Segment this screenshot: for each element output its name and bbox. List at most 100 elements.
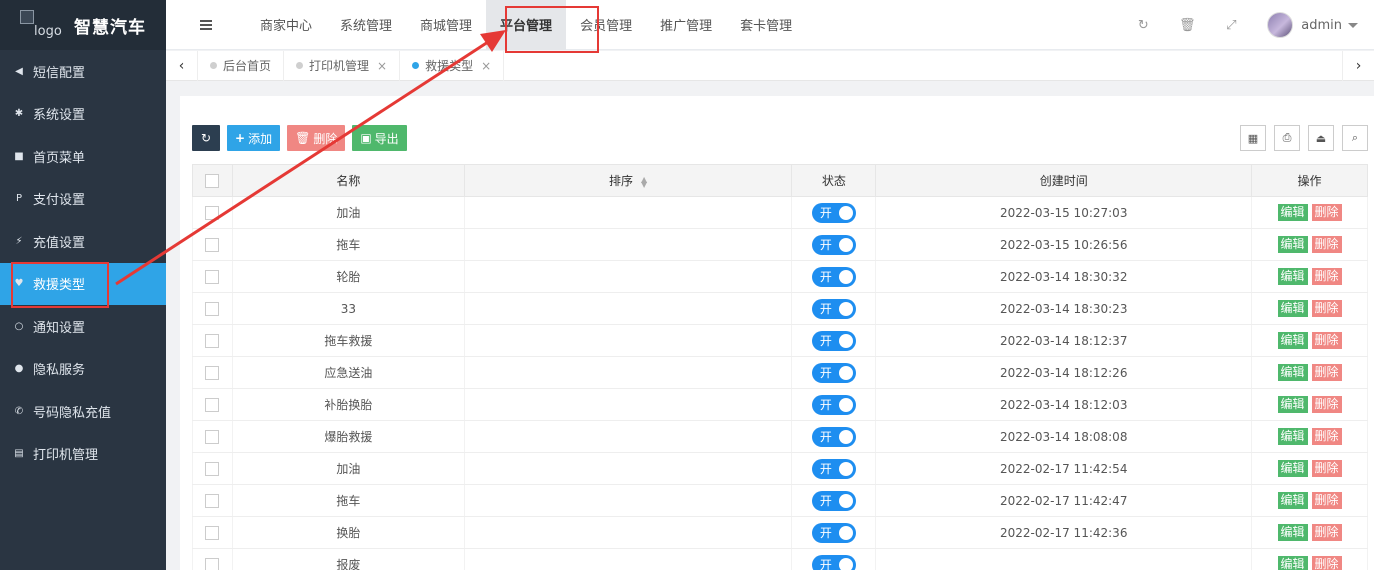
delete-row-button[interactable]: 删除 bbox=[1311, 428, 1342, 445]
row-checkbox[interactable] bbox=[205, 301, 220, 316]
refresh-icon: ↻ bbox=[200, 131, 212, 145]
switch-label: 开 bbox=[819, 558, 832, 570]
columns-icon[interactable]: ▦ bbox=[1240, 125, 1266, 151]
delete-row-button[interactable]: 删除 bbox=[1311, 396, 1342, 413]
edit-button[interactable]: 编辑 bbox=[1277, 268, 1308, 285]
edit-button[interactable]: 编辑 bbox=[1277, 524, 1308, 541]
fullscreen-icon[interactable]: ⤢ bbox=[1209, 18, 1253, 33]
nav-item[interactable]: 商城管理 bbox=[406, 0, 486, 50]
nav-item[interactable]: 商家中心 bbox=[246, 0, 326, 50]
status-toggle[interactable]: 开 bbox=[811, 490, 856, 511]
sidebar-item[interactable]: ○ 通知设置 bbox=[0, 305, 166, 348]
row-checkbox[interactable] bbox=[205, 365, 220, 380]
close-icon[interactable]: × bbox=[481, 59, 491, 73]
sidebar-item[interactable]: ✱ 系统设置 bbox=[0, 93, 166, 136]
row-checkbox[interactable] bbox=[205, 557, 220, 570]
add-button[interactable]: + 添加 bbox=[227, 125, 281, 151]
delete-row-button[interactable]: 删除 bbox=[1311, 492, 1342, 509]
tab-scroll-right-icon[interactable]: › bbox=[1342, 50, 1374, 81]
sidebar-item[interactable]: ✆ 号码隐私充值 bbox=[0, 390, 166, 433]
menu-toggle-button[interactable] bbox=[166, 0, 246, 50]
user-name[interactable]: admin bbox=[1301, 18, 1342, 33]
search-icon[interactable]: ⌕ bbox=[1342, 125, 1368, 151]
name-cell: 换胎 bbox=[231, 516, 465, 549]
refresh-button[interactable]: ↻ bbox=[192, 125, 220, 151]
status-toggle[interactable]: 开 bbox=[811, 234, 856, 255]
page-tab[interactable]: 打印机管理 × bbox=[284, 50, 401, 81]
status-toggle[interactable]: 开 bbox=[811, 426, 856, 447]
name-cell: 轮胎 bbox=[231, 260, 465, 293]
edit-button[interactable]: 编辑 bbox=[1277, 492, 1308, 509]
row-checkbox[interactable] bbox=[205, 397, 220, 412]
nav-item[interactable]: 套卡管理 bbox=[726, 0, 806, 50]
delete-row-button[interactable]: 删除 bbox=[1311, 236, 1342, 253]
page-tab[interactable]: 后台首页 bbox=[198, 50, 285, 81]
avatar[interactable] bbox=[1267, 12, 1294, 38]
delete-row-button[interactable]: 删除 bbox=[1311, 204, 1342, 221]
column-header-sort[interactable]: 排序 ▲ ▼ bbox=[463, 164, 793, 197]
sidebar-item[interactable]: P 支付设置 bbox=[0, 178, 166, 221]
edit-button[interactable]: 编辑 bbox=[1277, 396, 1308, 413]
row-checkbox[interactable] bbox=[205, 525, 220, 540]
edit-button[interactable]: 编辑 bbox=[1277, 428, 1308, 445]
page-tab[interactable]: 救援类型 × bbox=[400, 50, 505, 81]
status-toggle[interactable]: 开 bbox=[811, 394, 856, 415]
chevron-down-icon[interactable] bbox=[1348, 22, 1358, 28]
edit-button[interactable]: 编辑 bbox=[1277, 332, 1308, 349]
status-toggle[interactable]: 开 bbox=[811, 330, 856, 351]
sidebar-item[interactable]: ■ 首页菜单 bbox=[0, 135, 166, 178]
status-toggle[interactable]: 开 bbox=[811, 554, 856, 570]
actions-cell: 编辑 删除 bbox=[1251, 196, 1368, 229]
export-table-icon[interactable]: ⏏ bbox=[1308, 125, 1334, 151]
sidebar-item[interactable]: ● 隐私服务 bbox=[0, 348, 166, 391]
delete-row-button[interactable]: 删除 bbox=[1311, 524, 1342, 541]
edit-button[interactable]: 编辑 bbox=[1277, 556, 1308, 570]
row-checkbox[interactable] bbox=[205, 237, 220, 252]
broken-image-icon bbox=[20, 10, 34, 24]
sidebar-item[interactable]: ▤ 打印机管理 bbox=[0, 433, 166, 476]
status-toggle[interactable]: 开 bbox=[811, 266, 856, 287]
nav-item[interactable]: 推广管理 bbox=[646, 0, 726, 50]
row-checkbox[interactable] bbox=[205, 461, 220, 476]
nav-item[interactable]: 系统管理 bbox=[326, 0, 406, 50]
delete-row-button[interactable]: 删除 bbox=[1311, 364, 1342, 381]
delete-row-button[interactable]: 删除 bbox=[1311, 332, 1342, 349]
delete-row-button[interactable]: 删除 bbox=[1311, 556, 1342, 570]
tab-scroll-left-icon[interactable]: ‹ bbox=[166, 50, 198, 81]
delete-row-button[interactable]: 删除 bbox=[1311, 300, 1342, 317]
logo-image[interactable]: logo bbox=[20, 10, 66, 40]
created-time-cell: 2022-03-14 18:30:32 bbox=[875, 260, 1253, 293]
edit-button[interactable]: 编辑 bbox=[1277, 460, 1308, 477]
select-all-checkbox[interactable] bbox=[205, 173, 220, 188]
status-toggle[interactable]: 开 bbox=[811, 458, 856, 479]
row-select-cell bbox=[192, 388, 233, 421]
trash-icon[interactable]: 🗑 bbox=[1165, 18, 1209, 33]
print-icon[interactable]: ⎙ bbox=[1274, 125, 1300, 151]
status-toggle[interactable]: 开 bbox=[811, 298, 856, 319]
edit-button[interactable]: 编辑 bbox=[1277, 236, 1308, 253]
sort-icon[interactable]: ▲ ▼ bbox=[641, 175, 647, 188]
row-checkbox[interactable] bbox=[205, 493, 220, 508]
row-checkbox[interactable] bbox=[205, 429, 220, 444]
created-time-cell: 2022-03-14 18:12:37 bbox=[875, 324, 1253, 357]
delete-row-button[interactable]: 删除 bbox=[1311, 268, 1342, 285]
sidebar-item[interactable]: ⚡ 充值设置 bbox=[0, 220, 166, 263]
status-toggle[interactable]: 开 bbox=[811, 522, 856, 543]
status-toggle[interactable]: 开 bbox=[811, 202, 856, 223]
row-checkbox[interactable] bbox=[205, 333, 220, 348]
table-header-row: 名称 排序 ▲ ▼ 状态 创建时间 操作 bbox=[192, 164, 1368, 197]
delete-row-button[interactable]: 删除 bbox=[1311, 460, 1342, 477]
status-toggle[interactable]: 开 bbox=[811, 362, 856, 383]
row-checkbox[interactable] bbox=[205, 205, 220, 220]
close-icon[interactable]: × bbox=[377, 59, 387, 73]
edit-button[interactable]: 编辑 bbox=[1277, 364, 1308, 381]
edit-button[interactable]: 编辑 bbox=[1277, 300, 1308, 317]
export-button[interactable]: ▣ 导出 bbox=[352, 125, 407, 151]
edit-button[interactable]: 编辑 bbox=[1277, 204, 1308, 221]
tab-list: 后台首页 打印机管理 × 救援类型 × bbox=[198, 50, 505, 81]
sidebar-item[interactable]: ◀ 短信配置 bbox=[0, 50, 166, 93]
refresh-icon[interactable]: ↻ bbox=[1121, 18, 1165, 33]
row-checkbox[interactable] bbox=[205, 269, 220, 284]
delete-button[interactable]: 🗑 删除 bbox=[287, 125, 346, 151]
sort-cell bbox=[463, 260, 793, 293]
